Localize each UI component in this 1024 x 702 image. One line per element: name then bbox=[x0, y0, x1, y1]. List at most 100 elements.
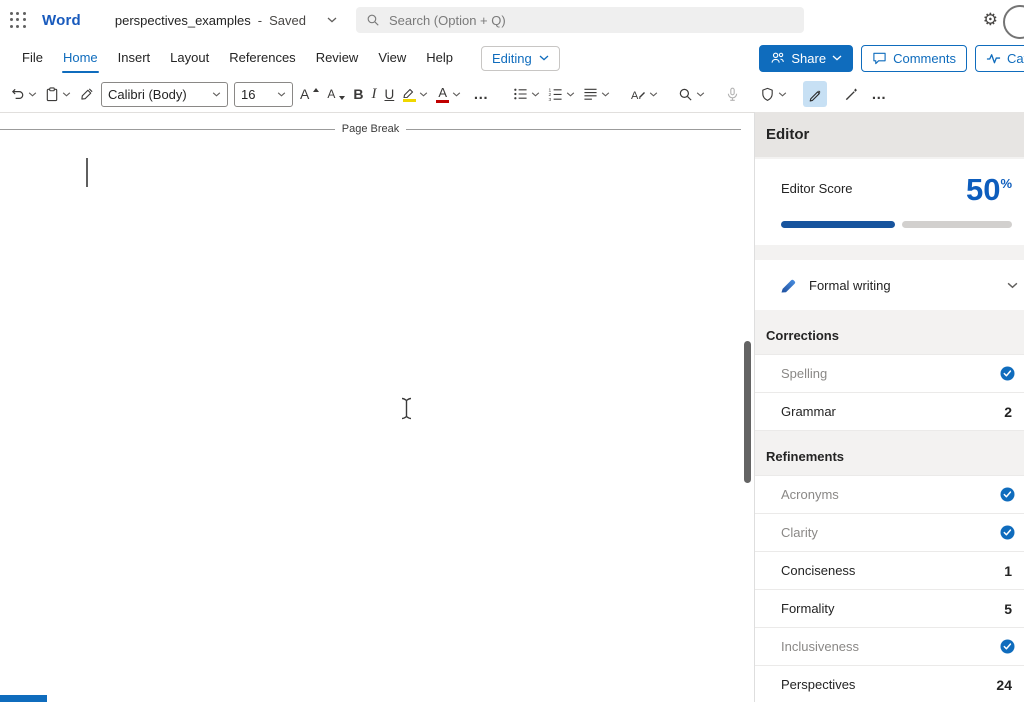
tab-home[interactable]: Home bbox=[53, 40, 108, 76]
chevron-down-icon bbox=[419, 92, 428, 97]
svg-text:3: 3 bbox=[549, 97, 552, 101]
editor-row-conciseness[interactable]: Conciseness 1 bbox=[755, 552, 1024, 590]
tab-references[interactable]: References bbox=[219, 40, 305, 76]
bold-button[interactable]: B bbox=[349, 81, 367, 107]
editor-row-grammar[interactable]: Grammar 2 bbox=[755, 393, 1024, 431]
editor-row-spelling[interactable]: Spelling bbox=[755, 355, 1024, 393]
page-break-marker: Page Break bbox=[0, 123, 741, 135]
formatting-toolbar: Calibri (Body) 16 A A B I U A … bbox=[0, 76, 1024, 113]
i-beam-cursor-icon bbox=[400, 397, 413, 420]
tab-help[interactable]: Help bbox=[416, 40, 463, 76]
editor-score-card[interactable]: Editor Score 50 % bbox=[755, 159, 1024, 245]
issue-count: 1 bbox=[1004, 563, 1015, 579]
ribbon-right-actions: Share Comments Catch up bbox=[759, 45, 1024, 72]
font-name-select[interactable]: Calibri (Body) bbox=[101, 82, 228, 107]
copilot-button[interactable] bbox=[839, 81, 863, 107]
catch-up-label: Catch up bbox=[1007, 51, 1024, 66]
editor-row-formality[interactable]: Formality 5 bbox=[755, 590, 1024, 628]
score-percent-sign: % bbox=[1000, 177, 1012, 205]
bullet-list-button[interactable] bbox=[509, 81, 544, 107]
chevron-down-icon bbox=[212, 92, 221, 97]
row-label: Grammar bbox=[781, 404, 836, 419]
alignment-button[interactable] bbox=[579, 81, 614, 107]
sensitivity-button[interactable] bbox=[756, 81, 791, 107]
more-font-options-button[interactable]: … bbox=[465, 81, 497, 107]
app-logo[interactable]: Word bbox=[42, 12, 81, 29]
ribbon-tab-bar: File Home Insert Layout References Revie… bbox=[0, 40, 1024, 76]
underline-button[interactable]: U bbox=[380, 81, 398, 107]
chevron-down-icon bbox=[277, 92, 286, 97]
document-canvas[interactable]: Page Break bbox=[0, 113, 755, 702]
search-input[interactable] bbox=[387, 12, 794, 29]
vertical-scrollbar[interactable] bbox=[741, 113, 755, 702]
search-bar[interactable] bbox=[356, 7, 804, 33]
share-button[interactable]: Share bbox=[759, 45, 853, 72]
font-size-select[interactable]: 16 bbox=[234, 82, 293, 107]
account-avatar[interactable] bbox=[1003, 5, 1024, 39]
titlebar: Word perspectives_examples - Saved ⚙ bbox=[0, 0, 1024, 40]
grow-font-button[interactable]: A bbox=[296, 81, 323, 107]
refinements-section-title: Refinements bbox=[766, 449, 1024, 464]
document-title[interactable]: perspectives_examples - Saved bbox=[115, 13, 337, 28]
tab-layout[interactable]: Layout bbox=[160, 40, 219, 76]
italic-glyph: I bbox=[371, 86, 376, 103]
editor-row-inclusiveness[interactable]: Inclusiveness bbox=[755, 628, 1024, 666]
catch-up-button[interactable]: Catch up bbox=[975, 45, 1024, 72]
writing-style-selector[interactable]: Formal writing bbox=[755, 260, 1024, 310]
font-size-value: 16 bbox=[241, 87, 255, 102]
tab-file[interactable]: File bbox=[12, 40, 53, 76]
editor-button[interactable] bbox=[803, 81, 827, 107]
tab-view[interactable]: View bbox=[368, 40, 416, 76]
comments-button[interactable]: Comments bbox=[861, 45, 967, 72]
shrink-font-button[interactable]: A bbox=[323, 81, 349, 107]
editor-score-label: Editor Score bbox=[781, 174, 853, 196]
format-painter-button[interactable] bbox=[75, 81, 98, 107]
undo-button[interactable] bbox=[6, 81, 41, 107]
find-button[interactable] bbox=[674, 81, 709, 107]
progress-remaining-segment bbox=[902, 221, 1012, 228]
editor-row-clarity[interactable]: Clarity bbox=[755, 514, 1024, 552]
chevron-down-icon bbox=[28, 92, 37, 97]
corrections-list: Spelling Grammar 2 bbox=[755, 354, 1024, 431]
document-name: perspectives_examples bbox=[115, 13, 251, 28]
numbered-list-button[interactable]: 1 2 3 bbox=[544, 81, 579, 107]
undo-icon bbox=[10, 87, 25, 101]
tab-review[interactable]: Review bbox=[306, 40, 369, 76]
chevron-down-icon bbox=[649, 92, 658, 97]
font-color-button[interactable]: A bbox=[432, 81, 465, 107]
people-share-icon bbox=[770, 51, 785, 65]
chevron-down-icon bbox=[601, 92, 610, 97]
chevron-down-icon bbox=[1007, 282, 1018, 289]
chevron-down-icon bbox=[696, 92, 705, 97]
bold-glyph: B bbox=[353, 86, 363, 102]
app-launcher-icon[interactable] bbox=[10, 12, 26, 28]
row-label: Clarity bbox=[781, 525, 818, 540]
dictate-button bbox=[721, 81, 744, 107]
more-options-button[interactable]: … bbox=[863, 81, 895, 107]
highlighter-icon bbox=[402, 87, 416, 102]
scrollbar-thumb[interactable] bbox=[744, 341, 751, 483]
editing-mode-button[interactable]: Editing bbox=[481, 46, 560, 71]
editor-row-acronyms[interactable]: Acronyms bbox=[755, 476, 1024, 514]
editor-row-perspectives[interactable]: Perspectives 24 bbox=[755, 666, 1024, 702]
row-label: Conciseness bbox=[781, 563, 855, 578]
shrink-font-glyph: A bbox=[327, 87, 335, 101]
font-color-glyph: A bbox=[438, 86, 447, 99]
settings-gear-icon[interactable]: ⚙ bbox=[983, 9, 998, 31]
paste-button[interactable] bbox=[41, 81, 75, 107]
share-label: Share bbox=[791, 51, 826, 66]
arrow-down-icon bbox=[339, 96, 345, 100]
underline-glyph: U bbox=[384, 87, 394, 102]
issue-count: 24 bbox=[996, 677, 1015, 693]
italic-button[interactable]: I bbox=[367, 81, 380, 107]
styles-button[interactable]: A bbox=[626, 81, 662, 107]
highlight-color-button[interactable] bbox=[398, 81, 432, 107]
tab-insert[interactable]: Insert bbox=[108, 40, 161, 76]
chevron-down-icon bbox=[531, 92, 540, 97]
editor-pane-title: Editor bbox=[755, 112, 1024, 157]
editing-mode-label: Editing bbox=[492, 51, 532, 66]
comments-label: Comments bbox=[893, 51, 956, 66]
search-icon bbox=[366, 13, 380, 27]
issue-count: 5 bbox=[1004, 601, 1015, 617]
chevron-down-icon bbox=[778, 92, 787, 97]
